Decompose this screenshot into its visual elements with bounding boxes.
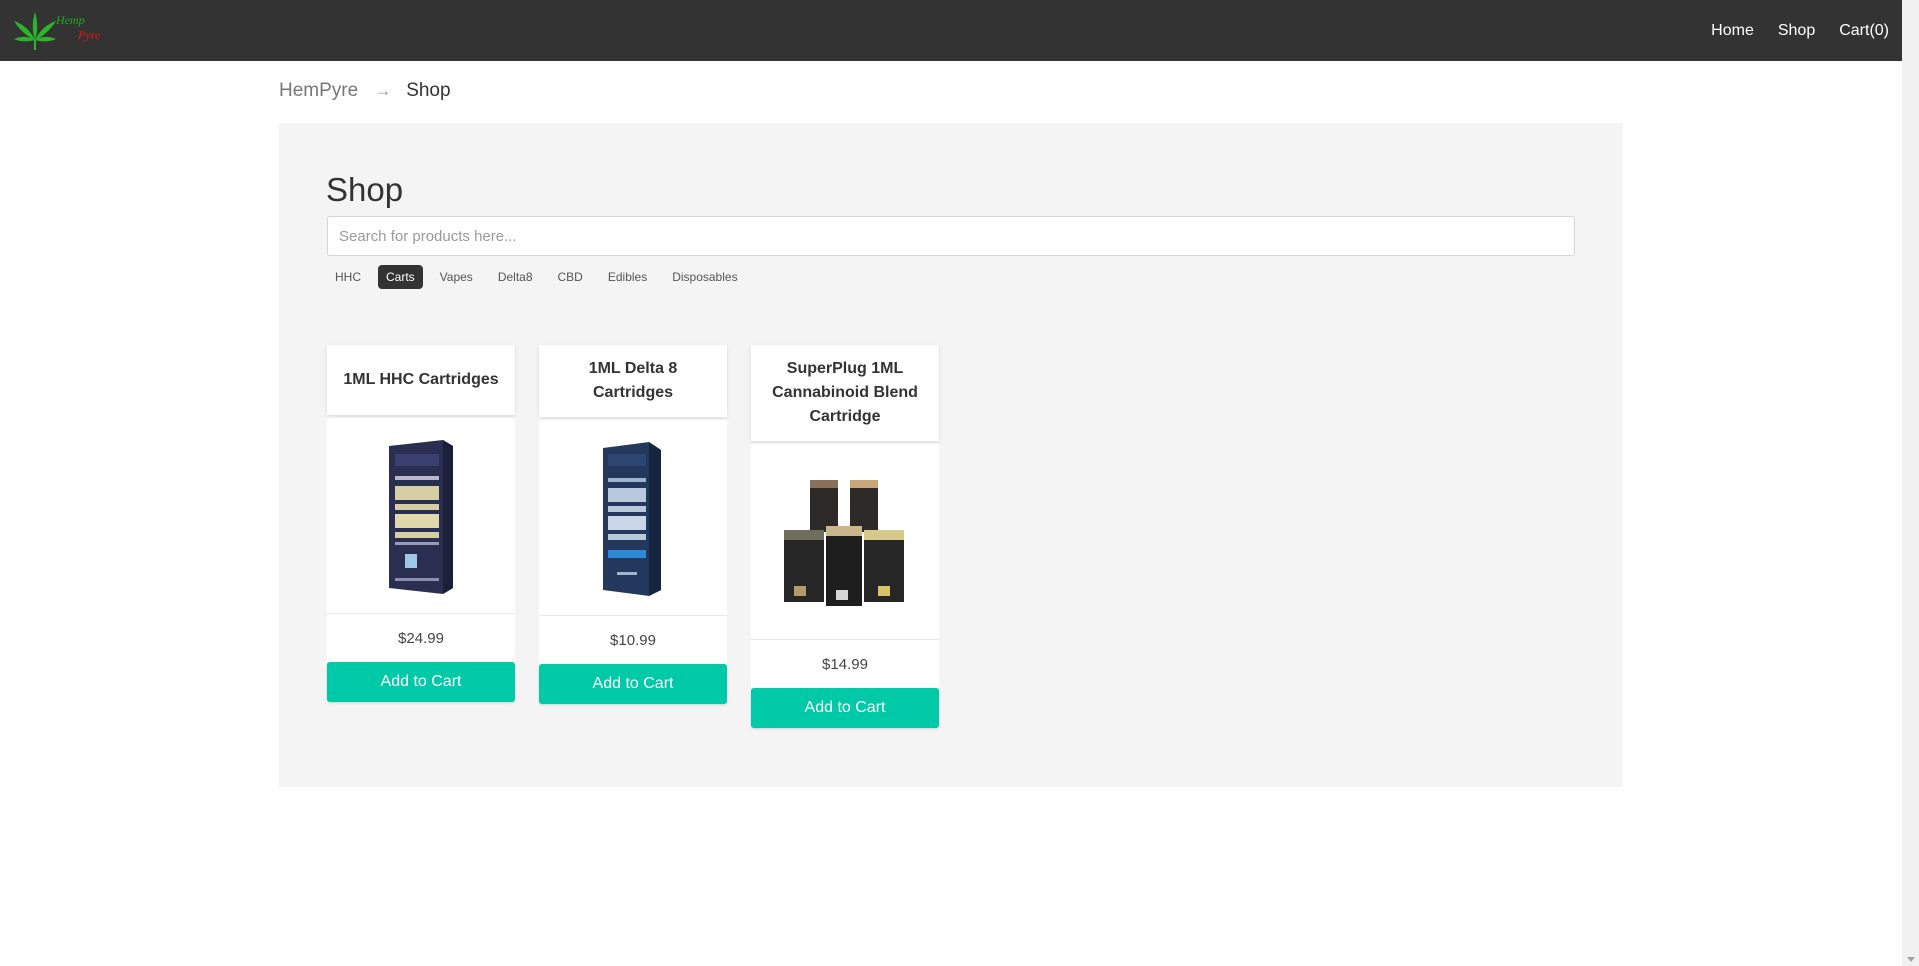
hempyre-logo[interactable]: Hemp Pyre xyxy=(10,0,120,61)
filter-disposables[interactable]: Disposables xyxy=(664,265,745,289)
filter-carts[interactable]: Carts xyxy=(378,265,423,289)
product-grid: 1ML HHC Cartridges $24.99 Add to Cart 1M… xyxy=(327,345,939,728)
cannabis-leaf-icon xyxy=(14,12,56,50)
product-title[interactable]: 1ML HHC Cartridges xyxy=(327,345,515,415)
product-title[interactable]: SuperPlug 1ML Cannabinoid Blend Cartridg… xyxy=(751,345,939,441)
product-image[interactable] xyxy=(327,418,515,613)
add-to-cart-button[interactable]: Add to Cart xyxy=(539,664,727,704)
nav-cart-link[interactable]: Cart(0) xyxy=(1839,22,1889,40)
tendc-hemp-vape-box-icon xyxy=(389,439,453,594)
brand-name-top: Hemp xyxy=(56,13,85,27)
product-image[interactable] xyxy=(751,444,939,639)
product-card: SuperPlug 1ML Cannabinoid Blend Cartridg… xyxy=(751,345,939,728)
brand-name-bottom: Pyre xyxy=(78,28,101,42)
filter-vapes[interactable]: Vapes xyxy=(432,265,481,289)
product-price: $24.99 xyxy=(327,613,515,662)
filter-delta8[interactable]: Delta8 xyxy=(490,265,541,289)
page-scrollbar[interactable] xyxy=(1902,0,1919,966)
filter-cbd[interactable]: CBD xyxy=(550,265,591,289)
add-to-cart-button[interactable]: Add to Cart xyxy=(327,662,515,702)
breadcrumb-home-link[interactable]: HemPyre xyxy=(279,80,358,102)
category-filters: HHC Carts Vapes Delta8 CBD Edibles Dispo… xyxy=(327,265,746,289)
filter-hhc[interactable]: HHC xyxy=(327,265,369,289)
scroll-down-arrow-icon[interactable] xyxy=(1907,957,1915,962)
product-image[interactable] xyxy=(539,420,727,615)
cartridge-boxes-group-icon xyxy=(784,479,904,606)
nav-links: Home Shop Cart(0) xyxy=(1711,22,1889,40)
tendc-hemp-vape-box-blue-icon xyxy=(603,441,661,596)
filter-edibles[interactable]: Edibles xyxy=(600,265,655,289)
nav-home-link[interactable]: Home xyxy=(1711,22,1754,40)
top-navbar: Hemp Pyre Home Shop Cart(0) xyxy=(0,0,1902,61)
product-price: $10.99 xyxy=(539,615,727,664)
product-price: $14.99 xyxy=(751,639,939,688)
product-title[interactable]: 1ML Delta 8 Cartridges xyxy=(539,345,727,417)
breadcrumb: HemPyre → Shop xyxy=(279,80,451,102)
breadcrumb-arrow-icon: → xyxy=(374,81,392,100)
breadcrumb-current: Shop xyxy=(406,80,451,101)
page-title: Shop xyxy=(326,171,404,208)
add-to-cart-button[interactable]: Add to Cart xyxy=(751,688,939,728)
search-input[interactable] xyxy=(327,216,1575,256)
nav-shop-link[interactable]: Shop xyxy=(1778,22,1815,40)
product-card: 1ML HHC Cartridges $24.99 Add to Cart xyxy=(327,345,515,702)
shop-panel: Shop HHC Carts Vapes Delta8 CBD Edibles … xyxy=(279,123,1623,787)
product-card: 1ML Delta 8 Cartridges $10.99 Add to Car… xyxy=(539,345,727,704)
